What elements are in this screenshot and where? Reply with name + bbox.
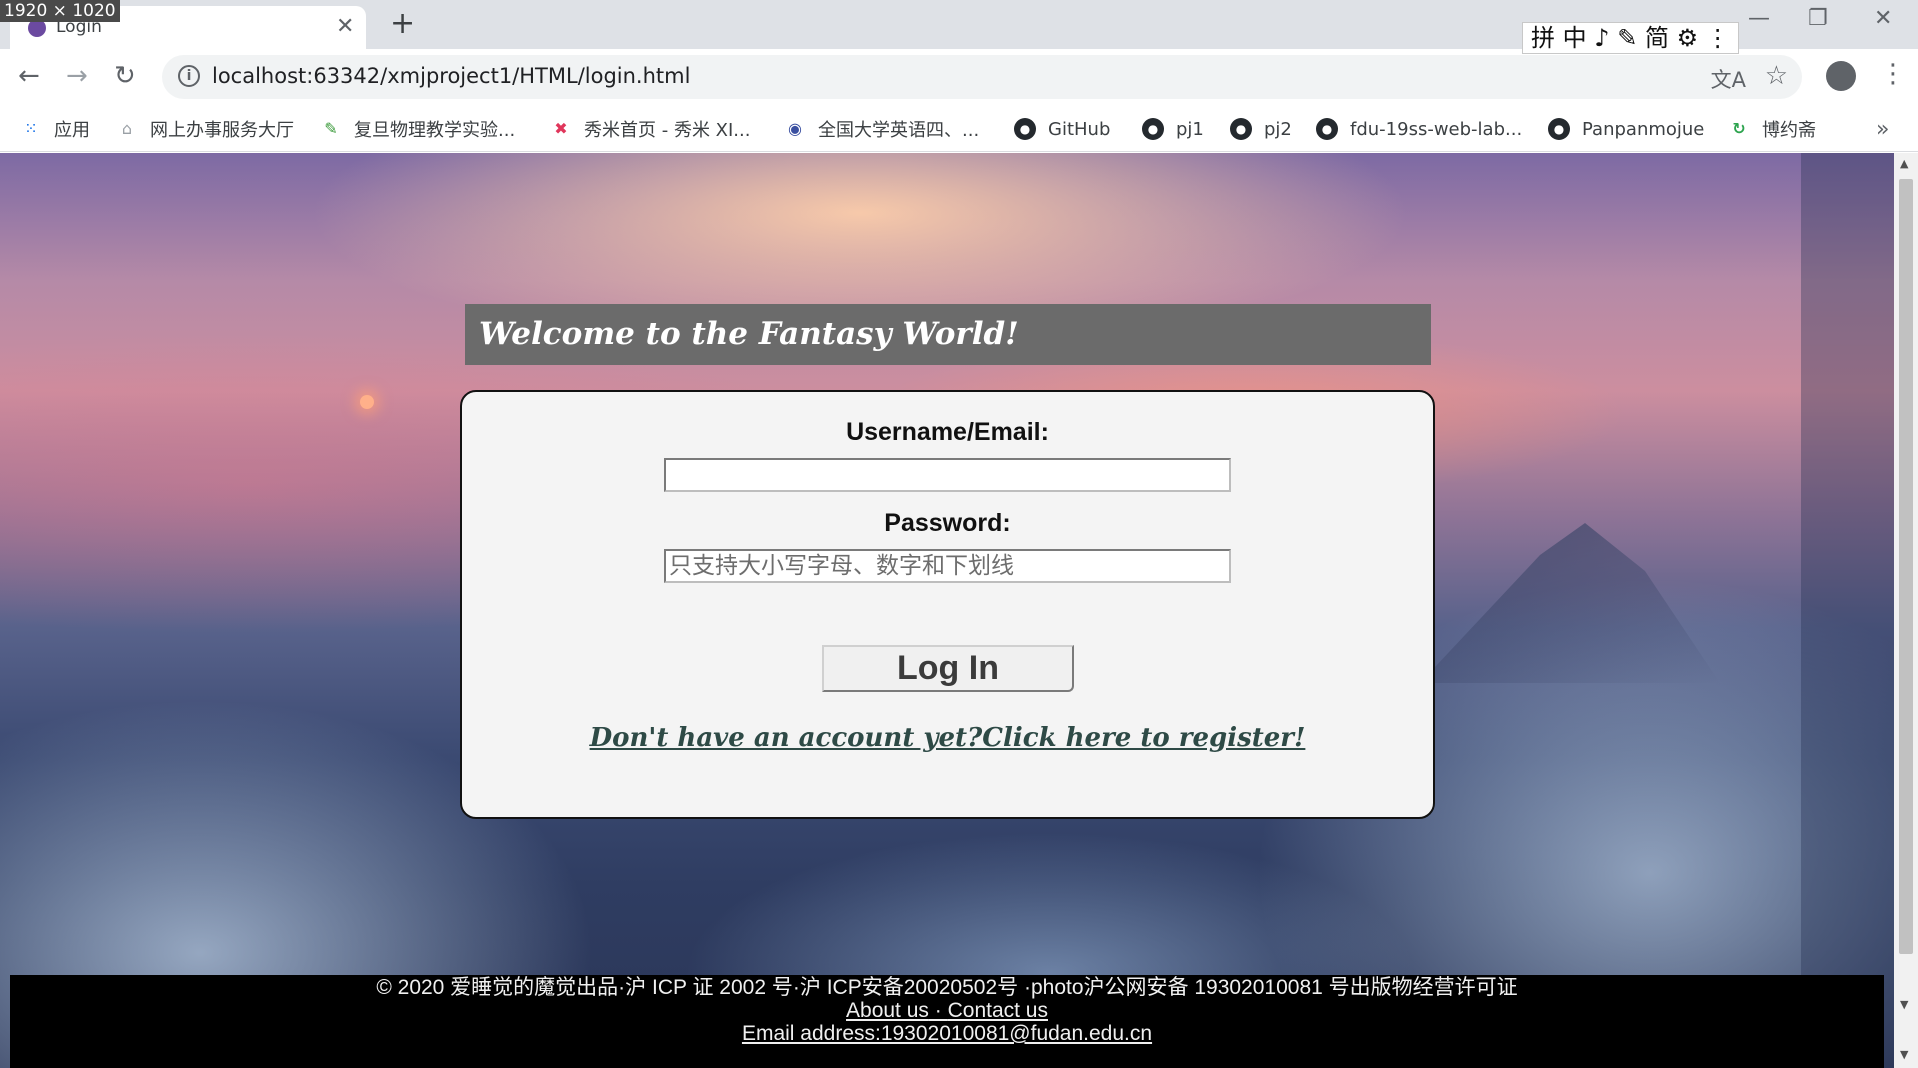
bookmark-label: GitHub xyxy=(1048,118,1111,140)
bookmarks-bar: ⁙ 应用 ⌂ 网上办事服务大厅 ✎ 复旦物理教学实验... ✖ 秀米首页 - 秀… xyxy=(0,107,1918,152)
github-icon: ● xyxy=(1316,118,1338,140)
dimension-badge: 1920 × 1020 xyxy=(0,0,120,22)
bookmark-pj2[interactable]: ● pj2 xyxy=(1230,115,1292,143)
password-input[interactable] xyxy=(664,549,1231,583)
sun-glow xyxy=(360,395,374,409)
scroll-down-icon[interactable]: ▼ xyxy=(1900,998,1908,1011)
ime-toolbar[interactable]: 拼 中 ♪ ✎ 简 ⚙ ⋮ xyxy=(1522,22,1739,54)
bookmark-label: Panpanmojue xyxy=(1582,118,1705,140)
bookmark-label: pj1 xyxy=(1176,118,1204,140)
link-separator: · xyxy=(928,999,948,1022)
bookmark-label: 博约斋 xyxy=(1762,120,1816,141)
github-icon: ● xyxy=(1142,118,1164,140)
browser-menu-icon[interactable]: ⋮ xyxy=(1880,59,1906,89)
bookmark-apps[interactable]: ⁙ 应用 xyxy=(20,115,90,143)
bookmark-pj1[interactable]: ● pj1 xyxy=(1142,115,1204,143)
login-form: Username/Email: Password: Log In Don't h… xyxy=(460,390,1435,819)
minimize-icon[interactable]: — xyxy=(1748,6,1770,31)
bookmark-label: 复旦物理教学实验... xyxy=(354,120,516,141)
bookmark-boyuezhai[interactable]: ↻ 博约斋 xyxy=(1728,115,1816,143)
bookmark-github[interactable]: ● GitHub xyxy=(1014,115,1110,143)
background-edge xyxy=(1801,153,1894,1068)
email-link[interactable]: Email address:19302010081@fudan.edu.cn xyxy=(10,1021,1884,1047)
email-address[interactable]: Email address:19302010081@fudan.edu.cn xyxy=(742,1022,1152,1045)
profile-avatar-icon[interactable] xyxy=(1826,61,1856,91)
contact-us-link[interactable]: Contact us xyxy=(948,999,1048,1022)
browser-toolbar: ← → ↻ i localhost:63342/xmjproject1/HTML… xyxy=(0,49,1918,107)
forward-icon[interactable]: → xyxy=(66,61,88,91)
site-info-icon[interactable]: i xyxy=(178,65,200,87)
bookmark-fdu-lab[interactable]: ● fdu-19ss-web-lab... xyxy=(1316,115,1522,143)
home-icon: ⌂ xyxy=(121,119,133,138)
translate-icon[interactable]: 文A xyxy=(1711,64,1746,94)
apps-grid-icon: ⁙ xyxy=(24,119,38,138)
register-link[interactable]: Don't have an account yet?Click here to … xyxy=(462,723,1433,753)
close-window-icon[interactable]: ✕ xyxy=(1874,6,1892,31)
bookmark-cet[interactable]: ◉ 全国大学英语四、... xyxy=(784,115,979,143)
bookmark-star-icon[interactable]: ☆ xyxy=(1765,61,1788,91)
reload-icon[interactable]: ↻ xyxy=(114,61,136,91)
globe-icon: ◉ xyxy=(788,119,802,138)
username-input[interactable] xyxy=(664,458,1231,492)
bookmark-xiumi[interactable]: ✖ 秀米首页 - 秀米 XI... xyxy=(550,115,750,143)
password-label: Password: xyxy=(884,509,1011,537)
restore-icon[interactable]: ❐ xyxy=(1808,6,1828,31)
bookmark-label: pj2 xyxy=(1264,118,1292,140)
page-footer: © 2020 爱睡觉的魔觉出品·沪 ICP 证 2002 号·沪 ICP安备20… xyxy=(10,975,1884,1068)
scroll-down-end-icon[interactable]: ▼ xyxy=(1900,1048,1908,1061)
bookmark-label: 应用 xyxy=(54,120,90,141)
github-icon: ● xyxy=(1548,118,1570,140)
close-tab-icon[interactable]: ✕ xyxy=(336,14,354,39)
bookmark-label: 全国大学英语四、... xyxy=(818,120,980,141)
about-us-link[interactable]: About us xyxy=(846,999,929,1022)
login-button[interactable]: Log In xyxy=(822,645,1074,692)
bookmark-physics-lab[interactable]: ✎ 复旦物理教学实验... xyxy=(320,115,515,143)
username-label: Username/Email: xyxy=(846,418,1049,446)
bookmark-label: fdu-19ss-web-lab... xyxy=(1350,118,1523,140)
github-icon: ● xyxy=(1230,118,1252,140)
tab-strip: 1920 × 1020 Login ✕ + 拼 中 ♪ ✎ 简 ⚙ ⋮ — ❐ … xyxy=(0,0,1918,54)
bookmarks-overflow-icon[interactable]: » xyxy=(1876,117,1889,142)
refresh-green-icon: ↻ xyxy=(1732,119,1746,138)
address-bar[interactable]: i localhost:63342/xmjproject1/HTML/login… xyxy=(162,55,1802,99)
url-text[interactable]: localhost:63342/xmjproject1/HTML/login.h… xyxy=(212,64,690,88)
page-viewport: Welcome to the Fantasy World! Username/E… xyxy=(0,153,1894,1068)
bookmark-label: 网上办事服务大厅 xyxy=(150,120,294,141)
bookmark-panpanmojue[interactable]: ● Panpanmojue xyxy=(1548,115,1704,143)
scroll-up-icon[interactable]: ▲ xyxy=(1900,157,1908,170)
welcome-banner: Welcome to the Fantasy World! xyxy=(465,304,1431,365)
bookmark-service-hall[interactable]: ⌂ 网上办事服务大厅 xyxy=(116,115,294,143)
mountain-ridge xyxy=(1420,523,1720,683)
page-scrollbar[interactable]: ▲ ▼ ▼ xyxy=(1894,153,1918,1068)
new-tab-icon[interactable]: + xyxy=(390,6,415,41)
xiumi-icon: ✖ xyxy=(554,119,568,138)
bookmark-label: 秀米首页 - 秀米 XI... xyxy=(584,120,751,141)
github-icon: ● xyxy=(1014,118,1036,140)
back-icon[interactable]: ← xyxy=(18,61,40,91)
scroll-thumb[interactable] xyxy=(1899,179,1913,954)
book-icon: ✎ xyxy=(324,119,338,138)
